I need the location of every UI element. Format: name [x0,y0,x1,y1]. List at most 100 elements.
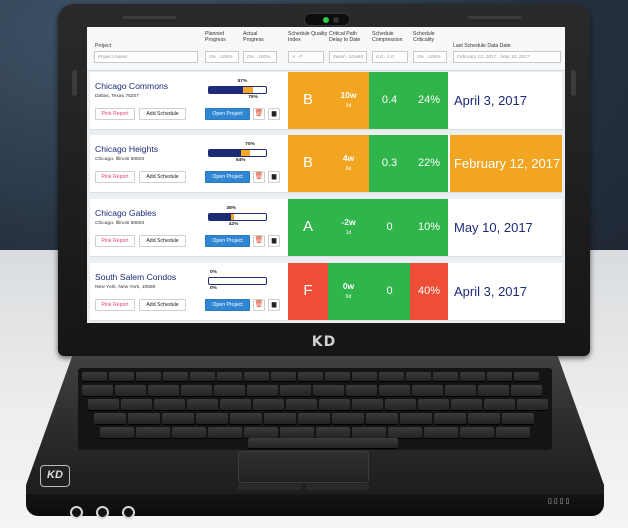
delay-weeks: 10w [340,90,357,100]
compression-value: 0 [386,221,393,233]
archive-button[interactable]: ▆ [268,299,280,311]
col-date-label: Last Schedule Data Date [453,43,511,49]
compression-filter-input[interactable]: 0.0 - 1.0 [372,51,408,63]
project-address: Chicago, Illinois 60604 [95,221,145,226]
open-project-button[interactable]: Open Project [205,171,250,183]
progress-fill-base [209,150,241,156]
keyboard-key [220,399,251,410]
pink-report-button[interactable]: Pink Report [95,108,135,120]
delete-button[interactable]: 🗑 [253,108,265,120]
compression-value: 0.4 [381,94,398,106]
keyboard-key [298,372,323,381]
add-schedule-button[interactable]: Add Schedule [139,299,186,311]
delete-button[interactable]: 🗑 [253,171,265,183]
archive-button[interactable]: ▆ [268,235,280,247]
delay-filter-input[interactable]: 0w0d - 52w6d [329,51,367,63]
add-schedule-button[interactable]: Add Schedule [139,171,186,183]
quality-index-cell: F [288,263,328,320]
keyboard-key [115,385,146,396]
keyboard-key [190,372,215,381]
project-address: Chicago, Illinois 60604 [95,157,145,162]
lid-slot-left [122,16,176,19]
actual-filter-input[interactable]: 0% - 100% [243,51,277,63]
keyboard-key [244,372,269,381]
progress-bar [208,86,267,94]
keyboard-key [418,399,449,410]
keyboard-key [517,399,548,410]
delete-button[interactable]: 🗑 [253,299,265,311]
filter-header: Project Project Name Planned Progress 0%… [87,27,565,71]
keyboard-key [181,385,212,396]
quality-grade: F [303,282,313,299]
keyboard-key [100,427,134,438]
keyboard-key [244,427,278,438]
pink-report-button[interactable]: Pink Report [95,299,135,311]
archive-icon: ▆ [271,238,277,244]
keyboard-key [352,427,386,438]
keyboard-key [88,399,119,410]
keyboard-key [264,413,296,424]
lid-slot-right [468,16,522,19]
date-filter-input[interactable]: February 12, 2017 - May 10, 2017 [453,51,561,63]
keyboard-key [424,427,458,438]
criticality-cell: 24% [410,72,448,129]
add-schedule-button[interactable]: Add Schedule [139,108,186,120]
touchpad-buttons [238,484,369,490]
planned-filter-input[interactable]: 0% - 100% [205,51,239,63]
archive-button[interactable]: ▆ [268,171,280,183]
keyboard-key [163,372,188,381]
planned-progress-label: 57% [237,79,248,84]
keyboard-key [325,372,350,381]
add-schedule-button[interactable]: Add Schedule [139,235,186,247]
keyboard-key [187,399,218,410]
keyboard-key [82,372,107,381]
keyboard-key [94,413,126,424]
keyboard-key [434,413,466,424]
keyboard-key [502,413,534,424]
keyboard-key [208,427,242,438]
keyboard-key [214,385,245,396]
open-project-button[interactable]: Open Project [205,108,250,120]
archive-icon: ▆ [271,302,277,308]
last-data-date: May 10, 2017 [450,199,562,256]
keyboard-key [247,385,278,396]
port-1 [70,506,83,519]
compression-cell: 0 [369,263,410,320]
pink-report-button[interactable]: Pink Report [95,235,135,247]
archive-icon: ▆ [271,111,277,117]
delay-days: 6d [345,166,352,172]
delete-button[interactable]: 🗑 [253,235,265,247]
keyboard-key [196,413,228,424]
criticality-cell: 10% [410,199,448,256]
project-name[interactable]: Chicago Heights [95,144,158,154]
col-criticality-label: Schedule Criticality [413,31,435,43]
lid-bumper-left [72,70,77,96]
keyboard-key [406,372,431,381]
pink-report-button[interactable]: Pink Report [95,171,135,183]
archive-icon: ▆ [271,174,277,180]
quality-filter-input[interactable]: A - F [288,51,324,63]
keyboard-key [352,372,377,381]
progress-bar [208,213,267,221]
open-project-button[interactable]: Open Project [205,299,250,311]
delay-weeks: 4w [342,153,355,163]
project-filter-input[interactable]: Project Name [94,51,198,63]
keyboard-key [514,372,539,381]
critical-delay-cell: 4w 6d [328,135,369,192]
criticality-filter-input[interactable]: 0% - 100% [413,51,447,63]
archive-button[interactable]: ▆ [268,108,280,120]
criticality-cell: 40% [410,263,448,320]
project-name[interactable]: Chicago Commons [95,81,168,91]
delay-weeks: -2w [341,217,356,227]
keyboard-key [280,385,311,396]
project-name[interactable]: South Salem Condos [95,272,176,282]
project-name[interactable]: Chicago Gables [95,208,156,218]
keyboard-key [400,413,432,424]
keyboard-key [385,399,416,410]
open-project-button[interactable]: Open Project [205,235,250,247]
keyboard-key [484,399,515,410]
keyboard-key [316,427,350,438]
keyboard-key [280,427,314,438]
criticality-value: 22% [417,157,441,169]
keyboard [78,368,552,450]
